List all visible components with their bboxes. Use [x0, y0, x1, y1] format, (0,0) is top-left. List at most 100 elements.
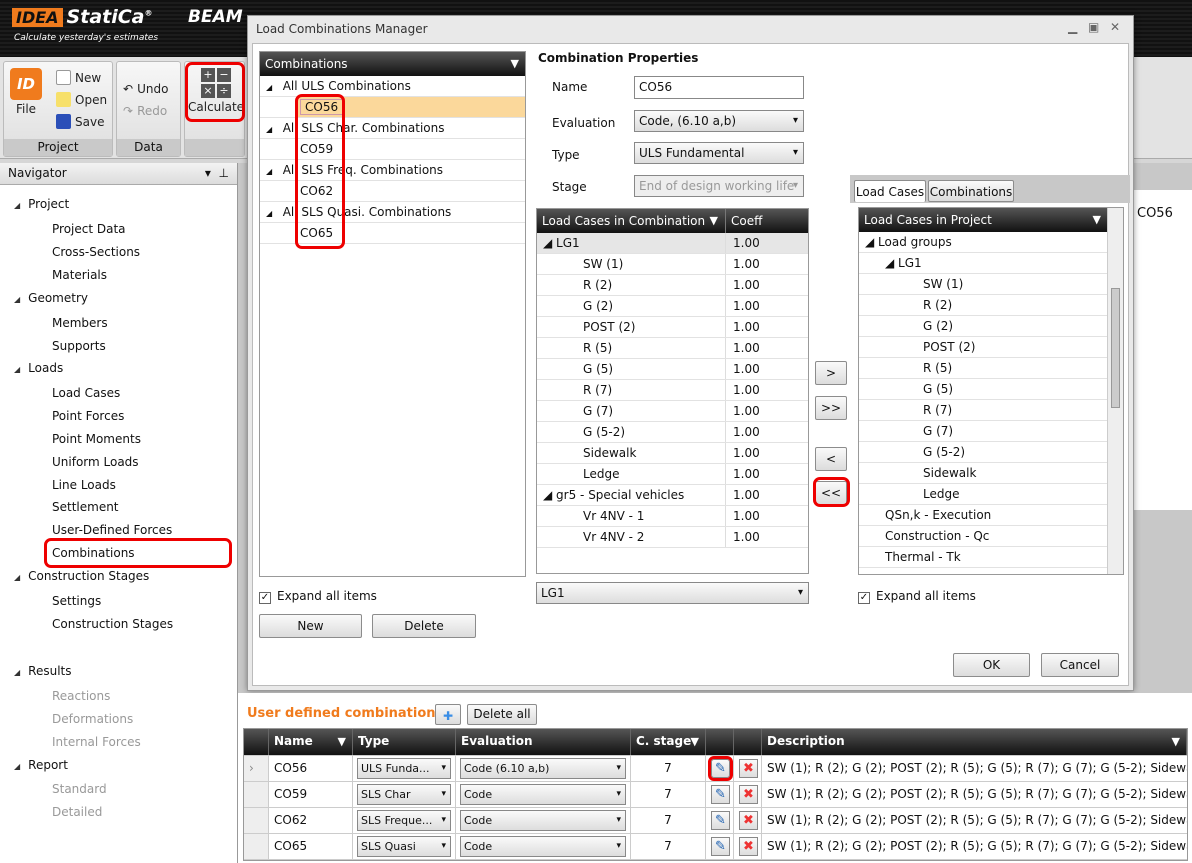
column-header[interactable]: Name ▼ — [269, 729, 353, 755]
edit-button[interactable]: ✎ — [711, 837, 730, 856]
coeff-value[interactable]: 1.00 — [725, 464, 808, 484]
pin-icon[interactable]: ▾ ⊥ — [205, 166, 229, 181]
coeff-value[interactable]: 1.00 — [725, 275, 808, 295]
type-select[interactable]: SLS Char — [357, 784, 451, 805]
grid-row[interactable]: R (5) — [859, 358, 1107, 379]
edit-button[interactable]: ✎ — [711, 785, 730, 804]
row-header[interactable] — [244, 834, 269, 859]
expand-icon[interactable]: ◢ — [266, 125, 275, 134]
expand-all-checkbox[interactable]: ✓ Expand all items — [259, 589, 377, 604]
nav-item-geometry[interactable]: Geometry — [14, 291, 88, 305]
nav-item-combinations[interactable]: Combinations — [52, 546, 135, 560]
delete-button[interactable]: ✖ — [739, 759, 758, 778]
delete-all-button[interactable]: Delete all — [467, 704, 537, 725]
grid-row[interactable]: SW (1) 1.00 — [537, 254, 808, 275]
tree-item[interactable]: ◢ All SLS Quasi. Combinations — [260, 202, 525, 223]
name-input[interactable]: CO56 — [634, 76, 804, 99]
grid-row[interactable]: ◢ LG1 1.00 — [537, 233, 808, 254]
file-button[interactable]: ID File — [10, 68, 42, 116]
nav-item-project-data[interactable]: Project Data — [52, 222, 126, 236]
tree-item[interactable]: ◢ All ULS Combinations — [260, 76, 525, 97]
tree-item[interactable]: CO56 — [260, 97, 525, 118]
delete-button[interactable]: Delete — [372, 614, 476, 638]
delete-button[interactable]: ✖ — [739, 811, 758, 830]
nav-item-construction-stages[interactable]: Construction Stages — [52, 617, 173, 631]
edit-button[interactable]: ✎ — [708, 756, 733, 781]
nav-item-load-cases[interactable]: Load Cases — [52, 386, 120, 400]
grid-row[interactable]: POST (2) 1.00 — [537, 317, 808, 338]
maximize-icon[interactable]: ▣ — [1088, 20, 1099, 34]
redo-button[interactable]: ↷ Redo — [123, 104, 167, 118]
table-row[interactable]: ›CO56ULS Funda... Code (6.10 a,b)7✎ ✖ SW (1… — [244, 756, 1187, 782]
nav-item-project[interactable]: Project — [14, 197, 69, 211]
grid-row[interactable]: G (7) — [859, 421, 1107, 442]
expand-icon[interactable]: ◢ — [266, 83, 275, 92]
type-select[interactable]: ULS Funda... — [357, 758, 451, 779]
column-header[interactable]: Type — [353, 729, 456, 755]
tree-item[interactable]: CO62 — [260, 181, 525, 202]
grid-row[interactable]: G (5-2) — [859, 442, 1107, 463]
grid-row[interactable]: G (5-2) 1.00 — [537, 422, 808, 443]
stage-select[interactable]: End of design working life — [634, 175, 804, 197]
delete-button[interactable]: ✖ — [739, 837, 758, 856]
coeff-value[interactable]: 1.00 — [725, 401, 808, 421]
remove-all-button[interactable]: << — [815, 481, 847, 505]
nav-item-point-forces[interactable]: Point Forces — [52, 409, 124, 423]
coeff-value[interactable]: 1.00 — [725, 254, 808, 274]
new-button[interactable]: New — [56, 70, 101, 85]
grid-row[interactable]: R (7) — [859, 400, 1107, 421]
nav-item-line-loads[interactable]: Line Loads — [52, 478, 116, 492]
filter-icon[interactable]: ▼ — [691, 729, 699, 754]
nav-item-cross-sections[interactable]: Cross-Sections — [52, 245, 140, 259]
nav-item-members[interactable]: Members — [52, 316, 108, 330]
tab-load-cases[interactable]: Load Cases — [854, 180, 926, 202]
grid-row[interactable]: G (2) 1.00 — [537, 296, 808, 317]
grid-row[interactable]: ◢ gr5 - Special vehicles 1.00 — [537, 485, 808, 506]
grid-row[interactable]: Ledge — [859, 484, 1107, 505]
nav-item-detailed[interactable]: Detailed — [52, 805, 102, 819]
coeff-value[interactable]: 1.00 — [725, 317, 808, 337]
nav-item-user-defined-forces[interactable]: User-Defined Forces — [52, 523, 172, 537]
grid-row[interactable]: R (2) — [859, 295, 1107, 316]
grid-row[interactable]: R (7) 1.00 — [537, 380, 808, 401]
grid-row[interactable]: Construction - Qc — [859, 526, 1107, 547]
grid-row[interactable]: Sidewalk 1.00 — [537, 443, 808, 464]
nav-item-internal-forces[interactable]: Internal Forces — [52, 735, 141, 749]
grid-row[interactable]: G (5) — [859, 379, 1107, 400]
grid-row[interactable]: Sidewalk — [859, 463, 1107, 484]
coeff-value[interactable]: 1.00 — [725, 527, 808, 547]
coeff-value[interactable]: 1.00 — [725, 485, 808, 505]
evaluation-select[interactable]: Code — [460, 836, 626, 857]
nav-item-loads[interactable]: Loads — [14, 361, 63, 375]
add-button[interactable]: > — [815, 361, 847, 385]
remove-button[interactable]: < — [815, 447, 847, 471]
save-button[interactable]: Save — [56, 114, 104, 129]
add-combination-button[interactable]: ✚ — [435, 704, 461, 725]
close-icon[interactable]: ✕ — [1110, 20, 1120, 34]
grid-row[interactable]: ◢ LG1 — [859, 253, 1107, 274]
nav-item-settlement[interactable]: Settlement — [52, 500, 119, 514]
grid-row[interactable]: G (2) — [859, 316, 1107, 337]
column-header[interactable] — [244, 729, 269, 755]
column-header[interactable]: Description ▼ — [762, 729, 1187, 755]
grid-row[interactable]: G (5) 1.00 — [537, 359, 808, 380]
grid-row[interactable]: SW (1) — [859, 274, 1107, 295]
tree-item[interactable]: ◢ All SLS Char. Combinations — [260, 118, 525, 139]
minimize-icon[interactable]: ▁ — [1068, 20, 1077, 34]
calculate-button[interactable]: + − × ÷ Calculate — [188, 68, 244, 114]
tree-item[interactable]: CO59 — [260, 139, 525, 160]
filter-icon[interactable]: ▼ — [338, 729, 346, 754]
nav-item-deformations[interactable]: Deformations — [52, 712, 133, 726]
nav-item-results[interactable]: Results — [14, 664, 71, 678]
nav-item-materials[interactable]: Materials — [52, 268, 107, 282]
cancel-button[interactable]: Cancel — [1041, 653, 1119, 677]
edit-button[interactable]: ✎ — [711, 811, 730, 830]
grid-row[interactable]: Thermal - Tk — [859, 547, 1107, 568]
grid-row[interactable]: G (7) 1.00 — [537, 401, 808, 422]
new-button[interactable]: New — [259, 614, 362, 638]
scrollbar[interactable] — [1107, 208, 1123, 574]
column-header[interactable]: Evaluation — [456, 729, 631, 755]
table-row[interactable]: CO59SLS Char Code7 ✎ ✖ SW (1); R (2); G (2);… — [244, 782, 1187, 808]
add-all-button[interactable]: >> — [815, 396, 847, 420]
column-header[interactable]: C. stage ▼ — [631, 729, 706, 755]
